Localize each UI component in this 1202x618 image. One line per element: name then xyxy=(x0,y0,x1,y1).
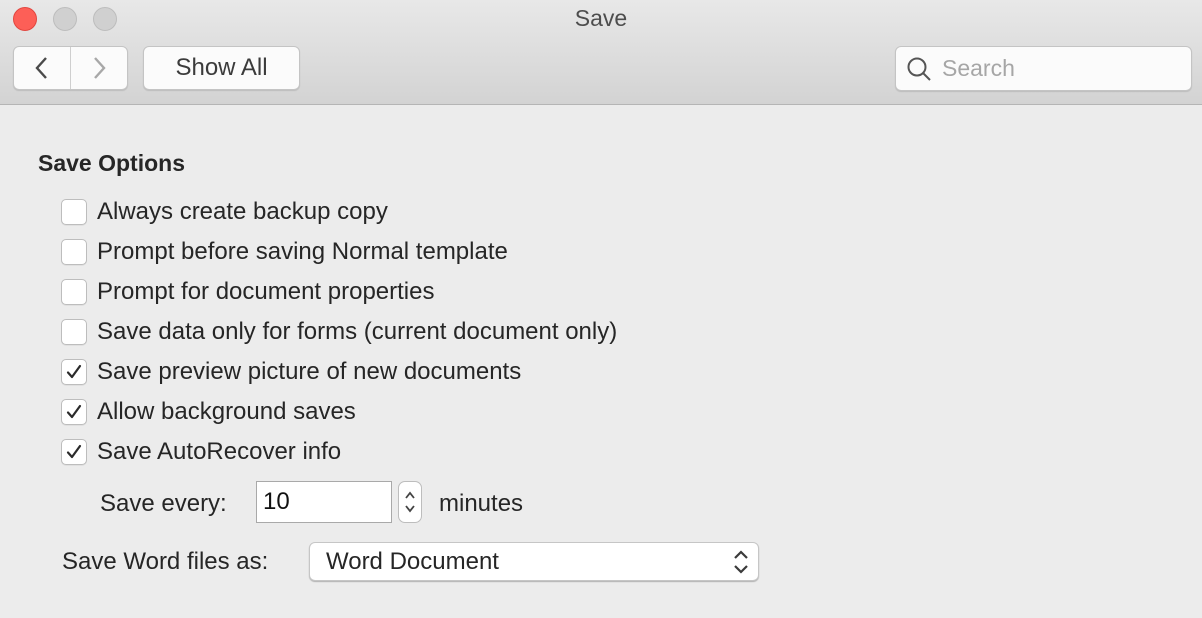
checkmark-icon xyxy=(66,404,82,419)
option-checkbox[interactable] xyxy=(61,439,87,465)
option-label: Save AutoRecover info xyxy=(97,438,342,465)
window-toolbar: Save Show All Search xyxy=(0,0,1202,105)
autosave-minutes-input[interactable]: 10 xyxy=(256,481,392,523)
option-label: Save data only for forms (current docume… xyxy=(97,318,618,345)
autosave-minutes-stepper[interactable] xyxy=(398,481,422,523)
minutes-label: minutes xyxy=(439,490,524,517)
option-row[interactable]: Always create backup copy xyxy=(61,197,388,227)
navigation-buttons xyxy=(13,46,128,90)
search-icon xyxy=(907,57,931,81)
option-label: Always create backup copy xyxy=(97,198,388,225)
window-title: Save xyxy=(574,5,628,31)
option-checkbox[interactable] xyxy=(61,399,87,425)
option-row[interactable]: Save AutoRecover info xyxy=(61,437,341,467)
option-row[interactable]: Save preview picture of new documents xyxy=(61,357,521,387)
section-title: Save Options xyxy=(38,150,185,176)
chevron-left-icon xyxy=(35,57,47,79)
option-label: Save preview picture of new documents xyxy=(97,358,522,385)
save-format-value: Word Document xyxy=(326,547,499,575)
checkmark-icon xyxy=(66,364,82,379)
option-checkbox[interactable] xyxy=(61,319,87,345)
option-label: Allow background saves xyxy=(97,398,356,425)
forward-button[interactable] xyxy=(70,47,127,89)
option-row[interactable]: Prompt for document properties xyxy=(61,277,435,307)
save-every-label: Save every: xyxy=(100,490,227,517)
search-placeholder: Search xyxy=(942,55,1015,81)
option-row[interactable]: Allow background saves xyxy=(61,397,356,427)
option-row[interactable]: Prompt before saving Normal template xyxy=(61,237,508,267)
option-checkbox[interactable] xyxy=(61,359,87,385)
back-button[interactable] xyxy=(14,47,70,89)
option-label: Prompt for document properties xyxy=(97,278,435,305)
save-format-select[interactable]: Word Document xyxy=(309,542,759,581)
option-checkbox[interactable] xyxy=(61,279,87,305)
option-checkbox[interactable] xyxy=(61,199,87,225)
stepper-up-icon[interactable] xyxy=(403,490,417,500)
checkmark-icon xyxy=(66,444,82,459)
option-label: Prompt before saving Normal template xyxy=(97,238,508,265)
search-field[interactable]: Search xyxy=(895,46,1192,91)
chevron-right-icon xyxy=(94,57,106,79)
option-row[interactable]: Save data only for forms (current docume… xyxy=(61,317,617,347)
show-all-button[interactable]: Show All xyxy=(143,46,300,90)
option-checkbox[interactable] xyxy=(61,239,87,265)
stepper-down-icon[interactable] xyxy=(403,504,417,514)
save-format-label: Save Word files as: xyxy=(62,548,269,575)
select-arrows-icon xyxy=(734,550,748,574)
